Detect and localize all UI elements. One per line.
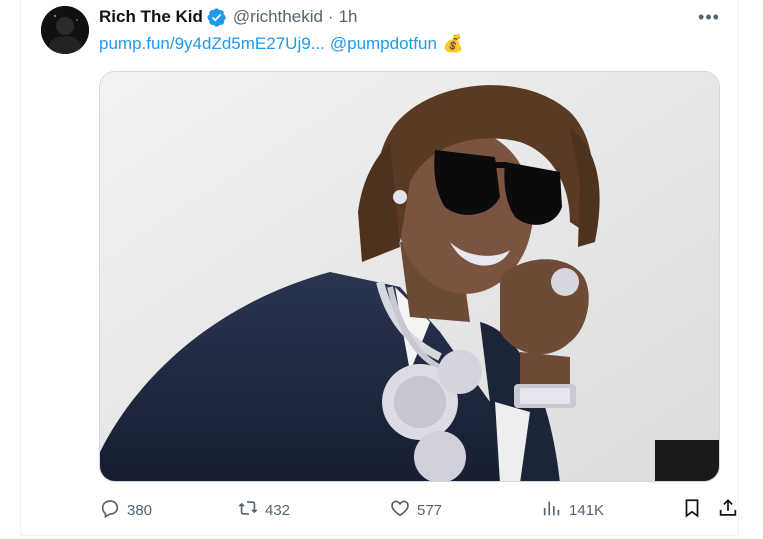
like-button[interactable]: 577 [389,495,442,525]
display-name[interactable]: Rich The Kid [99,7,203,27]
tweet-actions: 380 432 577 141K [99,495,737,525]
reply-button[interactable]: 380 [99,495,152,525]
reply-icon [99,497,121,523]
tweet-text: pump.fun/9y4dZd5mE27Uj9... @pumpdotfun 💰 [99,34,464,54]
avatar[interactable] [41,6,89,54]
timestamp[interactable]: 1h [339,7,358,27]
mention-link[interactable]: @pumpdotfun [330,34,437,54]
repost-button[interactable]: 432 [237,495,290,525]
tweet-media-photo[interactable] [99,71,720,482]
money-bag-emoji: 💰 [442,34,465,53]
bookmark-button[interactable] [681,495,703,525]
share-icon [717,497,739,523]
more-icon[interactable]: ••• [696,6,722,28]
reply-count: 380 [127,501,153,519]
views-button[interactable]: 141K [541,495,604,525]
user-handle[interactable]: @richthekid [233,7,323,27]
tweet-card[interactable]: Rich The Kid @richthekid · 1h ••• pump.f… [20,0,739,536]
like-count: 577 [417,501,443,519]
repost-icon [237,497,259,523]
views-icon [541,497,563,523]
bookmark-icon [681,497,703,523]
tweet-header: Rich The Kid @richthekid · 1h [99,6,358,28]
like-icon [389,497,411,523]
repost-count: 432 [265,501,291,519]
tweet-link[interactable]: pump.fun/9y4dZd5mE27Uj9... [99,34,325,54]
share-button[interactable] [717,495,739,525]
verified-badge-icon[interactable] [206,7,227,28]
separator-dot: · [327,7,334,26]
views-count: 141K [569,501,605,519]
